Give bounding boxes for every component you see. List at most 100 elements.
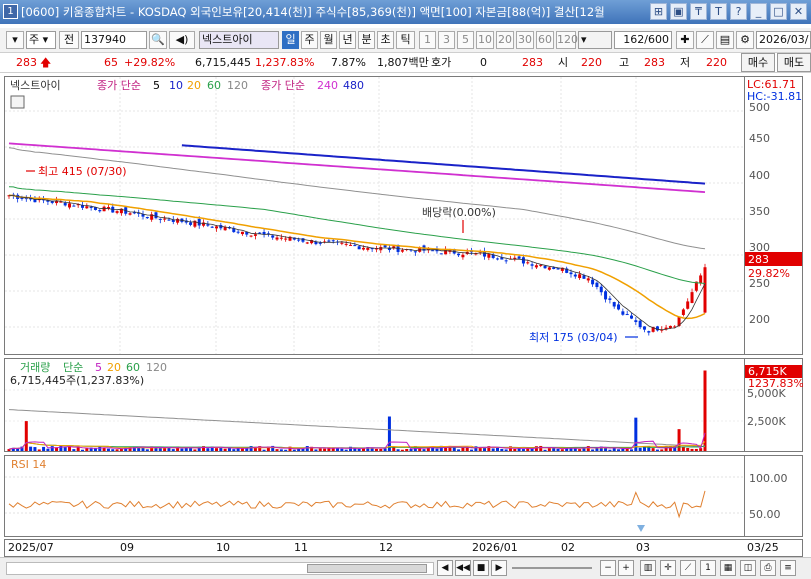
open-price: 220 [581,56,602,69]
candle-body [517,256,521,259]
date-input[interactable]: 2026/03/ [756,31,811,49]
draw-icon[interactable]: ⟋ [696,31,714,49]
volume-bar [275,449,279,451]
layout-1-icon[interactable]: 1 [700,560,716,576]
interval-20[interactable]: 20 [496,31,514,49]
period-month[interactable]: 월 [320,31,337,49]
stock-code-input[interactable]: 137940 [81,31,147,49]
interval-10[interactable]: 10 [476,31,494,49]
save-icon[interactable]: ▤ [716,31,734,49]
period-day[interactable]: 일 [282,31,299,49]
pin-icon[interactable]: ₸ [690,3,707,20]
settings-icon[interactable]: ⚙ [736,31,754,49]
date-label-2026-01: 2026/01 [472,541,518,554]
volume-bar [344,449,348,451]
font-size-icon[interactable]: T [710,3,727,20]
scroll-left-icon[interactable]: ◀ [437,560,453,576]
maximize-icon[interactable]: □ [770,3,787,20]
interval-60[interactable]: 60 [536,31,554,49]
volume-tick-2500k: 2,500K [747,415,786,428]
buy-button[interactable]: 매수 [741,53,775,72]
interval-5[interactable]: 5 [457,31,474,49]
chart-scrollbar[interactable]: ◀ ◀◀ ■ ▶ − + ▥ ✛ ⟋ 1 ▦ ◫ ⎙ ≡ [0,557,811,579]
layout-split-icon[interactable]: ◫ [740,560,756,576]
data-count-field[interactable]: 162/600 [614,31,672,49]
sell-button[interactable]: 매도 [777,53,811,72]
ma120-line [8,147,706,250]
period-second[interactable]: 초 [377,31,394,49]
search-icon[interactable]: 🔍 [149,31,167,49]
candle-body [68,203,72,208]
title-bar: 1 [0600] 키움종합차트 - KOSDAQ 외국인보유[20,414(천)… [0,0,811,24]
link-icon[interactable]: ⊞ [650,3,667,20]
zoom-out-icon[interactable]: − [600,560,616,576]
interval-120[interactable]: 120 [556,31,578,49]
volume-bar [392,447,396,451]
crosshair-icon[interactable]: ✛ [660,560,676,576]
candle-body [599,286,603,293]
period-year[interactable]: 년 [339,31,356,49]
help-icon[interactable]: ? [730,3,747,20]
volume-bar [543,449,547,451]
candle-body [413,251,417,253]
candle-body [439,253,443,255]
zoom-slider[interactable] [512,567,592,569]
data-count-total: /600 [644,33,669,46]
volume-bar [560,449,564,451]
quote-bar: 283 🡅 65 +29.82% 6,715,445 1,237.83% 7.8… [0,54,811,73]
chart-tools-icon[interactable]: ✚ [676,31,694,49]
scroll-prev-icon[interactable]: ◀◀ [455,560,471,576]
interval-30[interactable]: 30 [516,31,534,49]
volume-bar [292,449,296,451]
stop-icon[interactable]: ■ [473,560,489,576]
ruler-icon[interactable]: ⟋ [680,560,696,576]
volume-chart-pane[interactable]: 거래량 단순 5 20 60 120 6,715,445주(1,237.83%) [4,358,745,452]
volume-bar [513,448,517,451]
scroll-right-icon[interactable]: ▶ [491,560,507,576]
minimize-icon[interactable]: _ [750,3,767,20]
candle-body [556,268,560,270]
layout-grid-icon[interactable]: ▦ [720,560,736,576]
candle-body [534,265,538,268]
interval-1[interactable]: 1 [419,31,436,49]
date-label-02: 02 [561,541,575,554]
window-icon[interactable]: ▣ [670,3,687,20]
candle-body [305,242,309,244]
volume-bar [539,445,543,451]
dropdown-menu-icon[interactable]: ▾ [6,31,24,49]
candle-body [504,260,508,262]
chart-options-icon[interactable]: ≡ [780,560,796,576]
print-icon[interactable]: ⎙ [760,560,776,576]
period-tick[interactable]: 틱 [396,31,415,49]
period-minute[interactable]: 분 [358,31,375,49]
volume-bar [621,448,625,451]
volume-chart[interactable]: 거래량 단순 5 20 60 120 6,715,445주(1,237.83%) [5,359,745,452]
chart-type-icon[interactable]: ▥ [640,560,656,576]
volume-bar [630,449,634,451]
scroll-track[interactable] [6,562,434,575]
chart-grid-toggle-icon[interactable] [10,95,25,109]
close-icon[interactable]: ✕ [790,3,807,20]
all-button[interactable]: 전 [59,31,79,49]
price-legend-ma-label: 종가 단순 [97,79,141,92]
market-select[interactable]: 주 ▾ [26,31,56,49]
period-week[interactable]: 주 [301,31,318,49]
candle-body [457,253,461,256]
candle-body [327,240,331,242]
volume-bar [655,449,659,451]
interval-3[interactable]: 3 [438,31,455,49]
scroll-thumb[interactable] [307,564,427,573]
rsi-chart-pane[interactable]: RSI 14 [4,455,745,537]
volume-bar [677,429,681,451]
legend-ma5: 5 [153,79,160,92]
zoom-in-icon[interactable]: + [618,560,634,576]
price-chart-pane[interactable]: 넥스트아이 종가 단순 5 10 20 60 120 종가 단순 240 480… [4,76,745,355]
candle-body [638,320,642,328]
rsi-chart[interactable]: RSI 14 [5,456,745,537]
volume-bar [435,448,439,451]
price-legend-name: 넥스트아이 [10,79,61,92]
candle-body [249,235,253,237]
interval-select[interactable]: ▾ [578,31,612,49]
price-chart[interactable]: 넥스트아이 종가 단순 5 10 20 60 120 종가 단순 240 480… [5,77,745,355]
sound-icon[interactable]: ◀) [169,31,195,49]
